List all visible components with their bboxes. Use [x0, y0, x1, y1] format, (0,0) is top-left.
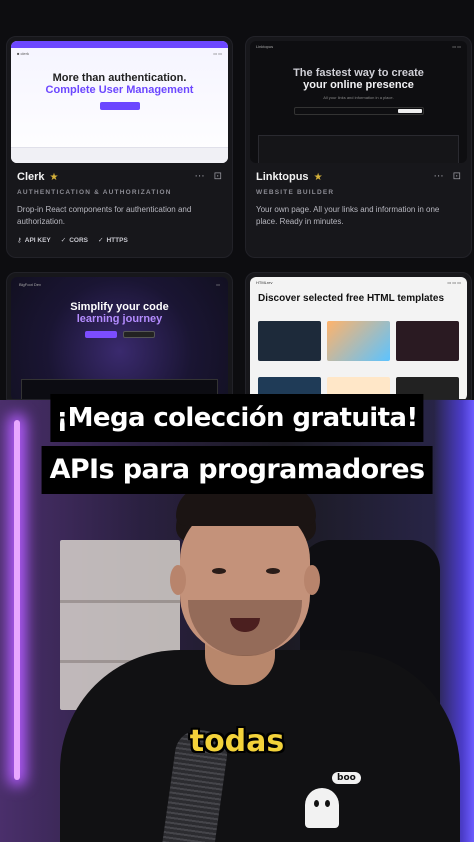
- card-thumbnail: ■ clerk ▭ ▭ More than authentication. Com…: [11, 41, 228, 163]
- thumbnail-headline: Discover selected free HTML templates: [258, 293, 445, 304]
- thumbnail-nav: ■ clerk ▭ ▭: [17, 50, 222, 56]
- announcement-bar: [11, 41, 228, 48]
- star-icon: ★: [49, 171, 59, 183]
- more-icon[interactable]: ⋯: [195, 171, 205, 182]
- card-name: Linktopus: [256, 171, 309, 183]
- check-icon: ✓: [98, 237, 104, 244]
- ghost-icon: [305, 788, 339, 828]
- caption-subtitle: APIs para programadores: [41, 446, 433, 494]
- card-meta: Linktopus ★ WEBSITE BUILDER Your own pag…: [256, 171, 461, 228]
- presenter-eye-right: [266, 568, 280, 574]
- card-category: WEBSITE BUILDER: [256, 189, 335, 196]
- card-thumbnail: Linktopus ▭ ▭ The fastest way to create y…: [250, 41, 467, 163]
- card-title: Clerk ★: [17, 171, 222, 183]
- card-description: Drop-in React components for authenticat…: [17, 205, 192, 226]
- key-icon: ⚷: [17, 237, 22, 244]
- tag-https: ✓ HTTPS: [98, 236, 128, 245]
- card-actions: ⋯ ⊡: [434, 171, 461, 182]
- thumbnail-headline: More than authentication.: [52, 72, 187, 84]
- presenter-ear-left: [170, 565, 186, 595]
- thumbnail-headline-accent: Complete User Management: [45, 84, 194, 96]
- api-card-clerk[interactable]: ■ clerk ▭ ▭ More than authentication. Com…: [6, 36, 233, 258]
- card-name: Clerk: [17, 171, 45, 183]
- card-thumbnail: HTMLrev ▭ ▭ ▭ Discover selected free HTML…: [250, 277, 467, 399]
- thumbnail-buttons: [11, 331, 228, 338]
- api-card-bigfoot[interactable]: BigFoot Dev ▭ Simplify your code learning…: [6, 272, 233, 400]
- spoken-subtitle: todas: [189, 724, 285, 759]
- api-card-linktopus[interactable]: Linktopus ▭ ▭ The fastest way to create y…: [245, 36, 472, 258]
- tag-api-key: ⚷ API KEY: [17, 236, 51, 245]
- bookmark-icon[interactable]: ⊡: [453, 171, 461, 182]
- more-icon[interactable]: ⋯: [434, 171, 444, 182]
- ghost-speech-bubble: boo: [332, 772, 361, 784]
- star-icon: ★: [313, 171, 323, 183]
- thumbnail-input: [293, 107, 424, 115]
- card-actions: ⋯ ⊡: [195, 171, 222, 182]
- thumbnail-nav: Linktopus ▭ ▭: [256, 43, 461, 49]
- thumbnail-cta: [99, 102, 140, 110]
- thumbnail-preview-panel: [258, 135, 459, 163]
- caption-title: ¡Mega colección gratuita!: [50, 394, 424, 442]
- thumbnail-headline-accent: learning journey: [76, 313, 163, 325]
- tag-cors: ✓ CORS: [60, 236, 89, 245]
- presenter-ear-right: [304, 565, 320, 595]
- card-title: Linktopus ★: [256, 171, 461, 183]
- api-card-htmlrev[interactable]: HTMLrev ▭ ▭ ▭ Discover selected free HTML…: [245, 272, 472, 400]
- thumbnail-nav: HTMLrev ▭ ▭ ▭: [256, 279, 461, 285]
- card-description: Your own page. All your links and inform…: [256, 205, 440, 226]
- presenter-eye-left: [212, 568, 226, 574]
- thumbnail-headline-accent: your online presence: [303, 79, 414, 91]
- card-category: AUTHENTICATION & AUTHORIZATION: [17, 189, 172, 196]
- card-thumbnail: BigFoot Dev ▭ Simplify your code learning…: [11, 277, 228, 399]
- thumbnail-nav: BigFoot Dev ▭: [19, 281, 220, 287]
- template-grid: [258, 321, 459, 361]
- api-directory-screen: ■ clerk ▭ ▭ More than authentication. Com…: [0, 0, 474, 400]
- card-meta: Clerk ★ AUTHENTICATION & AUTHORIZATION D…: [17, 171, 222, 244]
- thumbnail-headline: Simplify your code: [70, 301, 169, 313]
- thumbnail-headline: The fastest way to create: [293, 67, 424, 79]
- check-icon: ✓: [60, 237, 67, 244]
- thumbnail-subtext: All your links and information in a plac…: [323, 95, 394, 100]
- card-tags: ⚷ API KEY ✓ CORS ✓ HTTPS: [17, 236, 222, 245]
- bookmark-icon[interactable]: ⊡: [214, 171, 222, 182]
- thumbnail-preview-strip: [11, 147, 228, 163]
